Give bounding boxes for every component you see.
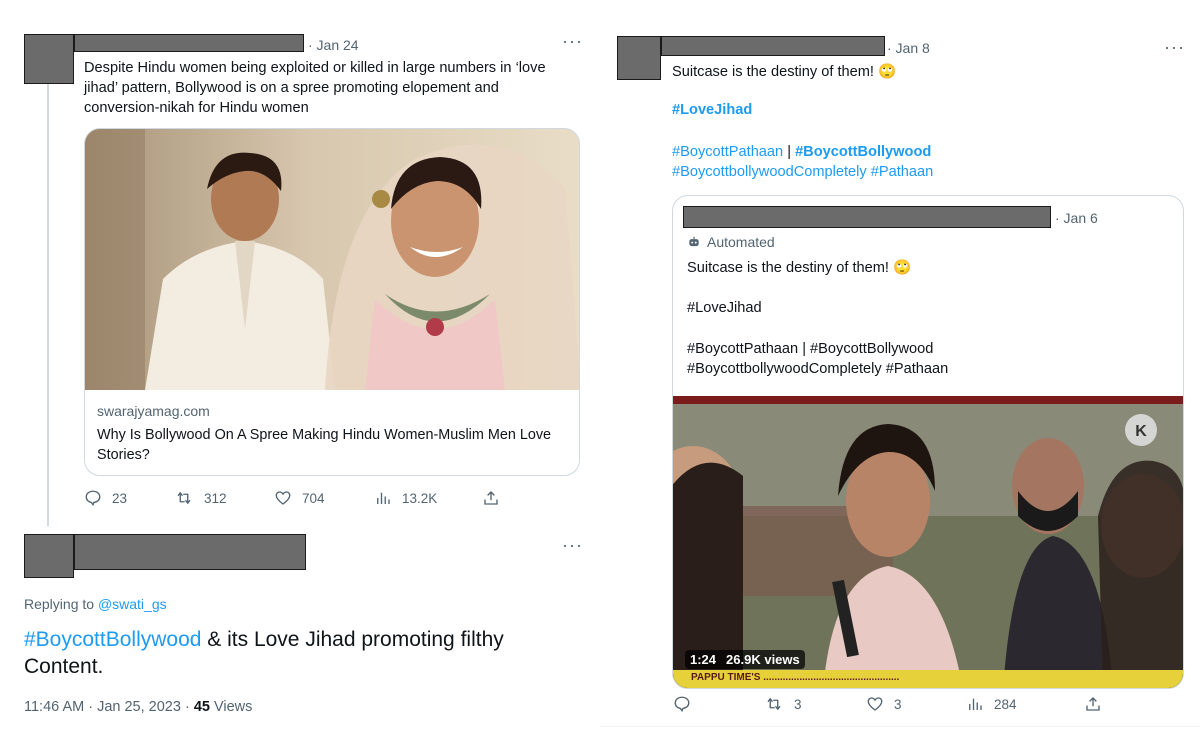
hashtag-boycott-bollywood[interactable]: #BoycottBollywood (795, 144, 931, 160)
more-options-icon[interactable]: ··· (562, 32, 583, 50)
views-button[interactable]: 284 (966, 695, 1017, 713)
reply-icon (674, 696, 690, 713)
video-player[interactable]: K PAPPU TIME'S .........................… (673, 396, 1183, 688)
views-icon (377, 492, 390, 504)
more-options-icon[interactable]: ··· (562, 536, 583, 554)
automated-label: Automated (687, 234, 775, 250)
video-duration: 1:24 26.9K views (685, 650, 805, 669)
replying-handle[interactable]: @swati_gs (98, 596, 167, 612)
share-button[interactable] (482, 489, 500, 507)
separator: | (783, 144, 796, 160)
retweet-icon (177, 492, 191, 504)
share-icon (484, 491, 498, 505)
like-button[interactable]: 3 (866, 695, 902, 713)
share-button[interactable] (1084, 695, 1102, 713)
reply-button[interactable]: 23 (84, 489, 127, 507)
hashtag-pathaan[interactable]: #Pathaan (867, 164, 934, 180)
tweet-text-large: #BoycottBollywood & its Love Jihad promo… (24, 626, 584, 680)
views-number: 45 (193, 699, 210, 715)
bot-icon (689, 236, 699, 247)
retweet-button[interactable]: 3 (764, 695, 802, 713)
timestamp-text[interactable]: 11:46 AM · Jan 25, 2023 · (24, 699, 194, 715)
hashtag-line: #BoycottPathaan | #BoycottBollywood (672, 142, 931, 162)
quoted-date[interactable]: · Jan 6 (1055, 210, 1098, 226)
quoted-hashtag-love-jihad: #LoveJihad (687, 300, 762, 316)
quoted-text: Suitcase is the destiny of them! 🙄 (687, 260, 912, 276)
tweet-text: Despite Hindu women being exploited or k… (84, 60, 546, 116)
reply-button[interactable] (673, 695, 691, 713)
link-card-domain: swarajyamag.com (97, 403, 210, 419)
redacted-username (74, 534, 306, 570)
retweet-icon (767, 698, 781, 710)
share-icon (1086, 697, 1100, 711)
hashtag-boycott-pathaan[interactable]: #BoycottPathaan (672, 144, 783, 160)
like-button[interactable]: 704 (274, 489, 325, 507)
views-label: Views (209, 699, 253, 715)
link-card-image[interactable] (85, 129, 579, 390)
automated-text: Automated (707, 234, 775, 250)
bottom-divider (600, 726, 1200, 727)
quoted-hashtags-1: #BoycottPathaan | #BoycottBollywood (687, 341, 934, 357)
like-count: 704 (302, 490, 325, 506)
hashtag-boycott-bollywood[interactable]: #BoycottBollywood (24, 628, 201, 651)
link-card[interactable]: swarajyamag.com Why Is Bollywood On A Sp… (84, 128, 580, 476)
views-count: 284 (994, 696, 1017, 712)
redacted-avatar (24, 534, 74, 578)
heart-icon (867, 697, 883, 711)
link-card-title: Why Is Bollywood On A Spree Making Hindu… (97, 427, 552, 463)
hashtag-boycott-completely[interactable]: #BoycottbollywoodCompletely (672, 164, 867, 180)
quoted-tweet[interactable]: · Jan 6 Automated Suitcase is the destin… (672, 195, 1184, 689)
views-count: 13.2K (402, 490, 438, 506)
svg-text:K: K (1135, 423, 1147, 440)
tweet-timestamp: 11:46 AM · Jan 25, 2023 · 45 Views (24, 699, 252, 715)
retweet-count: 3 (794, 696, 802, 712)
video-views: 26.9K views (726, 652, 800, 667)
redacted-avatar (617, 36, 661, 80)
redacted-quoted-user (683, 206, 1051, 228)
redacted-username (661, 36, 885, 56)
hashtag-love-jihad[interactable]: #LoveJihad (672, 100, 752, 120)
redacted-avatar (24, 34, 74, 84)
thread-line (47, 84, 49, 526)
tweet-date[interactable]: · Jan 8 (887, 40, 930, 56)
reply-count: 23 (112, 490, 128, 506)
replying-prefix: Replying to (24, 596, 98, 612)
reply-icon (85, 490, 101, 507)
like-count: 3 (894, 696, 902, 712)
video-time: 1:24 (690, 652, 717, 667)
retweet-count: 312 (204, 490, 227, 506)
replying-to: Replying to @swati_gs (24, 596, 167, 612)
hashtag-line-2: #BoycottbollywoodCompletely #Pathaan (672, 162, 933, 182)
video-thumbnail: K (673, 396, 1183, 688)
retweet-button[interactable]: 312 (174, 489, 227, 507)
couple-photo (85, 129, 579, 390)
news-ticker: PAPPU TIME'S ...........................… (691, 672, 900, 683)
views-button[interactable]: 13.2K (374, 489, 437, 507)
tweet-date[interactable]: · Jan 24 (308, 37, 359, 53)
views-icon (969, 698, 982, 710)
quoted-hashtags-2: #BoycottbollywoodCompletely #Pathaan (687, 361, 949, 377)
redacted-username (74, 34, 304, 52)
more-options-icon[interactable]: ··· (1164, 38, 1185, 56)
heart-icon (275, 491, 291, 505)
tweet-text: Suitcase is the destiny of them! 🙄 (672, 64, 897, 80)
